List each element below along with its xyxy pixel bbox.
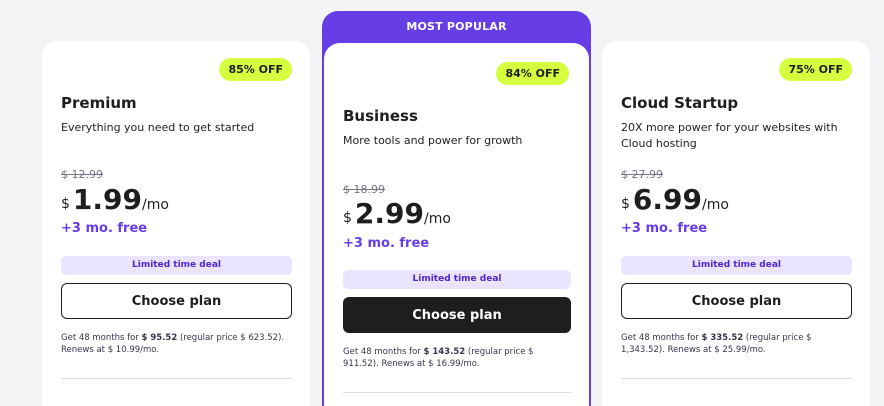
divider bbox=[621, 378, 852, 379]
terms-total: $ 95.52 bbox=[141, 333, 178, 343]
choose-plan-button-premium[interactable]: Choose plan bbox=[61, 283, 292, 319]
terms-prefix: Get 48 months for bbox=[61, 333, 142, 343]
plan-card-premium: 85% OFF Premium Everything you need to g… bbox=[42, 41, 310, 406]
limited-deal-label: Limited time deal bbox=[343, 270, 571, 289]
free-months: +3 mo. free bbox=[61, 221, 148, 236]
price-currency: $ bbox=[61, 196, 70, 212]
plan-description: More tools and power for growth bbox=[343, 134, 523, 147]
plan-name: Business bbox=[343, 107, 418, 125]
free-months: +3 mo. free bbox=[343, 236, 430, 251]
price-period: /mo bbox=[142, 197, 169, 213]
discount-badge: 84% OFF bbox=[496, 62, 569, 85]
terms-total: $ 143.52 bbox=[423, 347, 466, 357]
limited-deal-label: Limited time deal bbox=[621, 256, 852, 275]
price-amount: 6.99 bbox=[632, 183, 703, 216]
plan-name: Cloud Startup bbox=[621, 94, 739, 112]
choose-plan-button-business[interactable]: Choose plan bbox=[343, 297, 571, 333]
old-price: $ 27.99 bbox=[621, 168, 663, 181]
old-price: $ 12.99 bbox=[61, 168, 103, 181]
terms-prefix: Get 48 months for bbox=[621, 333, 702, 343]
plan-terms: Get 48 months for $ 143.52 (regular pric… bbox=[343, 346, 571, 370]
limited-deal-label: Limited time deal bbox=[61, 256, 292, 275]
plan-description: 20X more power for your websites with Cl… bbox=[621, 121, 838, 150]
price-currency: $ bbox=[621, 196, 630, 212]
choose-plan-button-cloud-startup[interactable]: Choose plan bbox=[621, 283, 852, 319]
plan-name: Premium bbox=[61, 94, 137, 112]
free-months: +3 mo. free bbox=[621, 221, 708, 236]
price: $ 6.99 /mo bbox=[621, 184, 852, 216]
price-amount: 2.99 bbox=[354, 197, 425, 230]
terms-prefix: Get 48 months for bbox=[343, 347, 424, 357]
price-amount: 1.99 bbox=[72, 183, 143, 216]
plan-card-business: 84% OFF Business More tools and power fo… bbox=[324, 43, 589, 406]
discount-badge: 85% OFF bbox=[219, 58, 292, 81]
old-price: $ 18.99 bbox=[343, 183, 385, 196]
price-period: /mo bbox=[424, 211, 451, 227]
plan-terms: Get 48 months for $ 335.52 (regular pric… bbox=[621, 332, 852, 356]
plan-description: Everything you need to get started bbox=[61, 121, 255, 134]
terms-total: $ 335.52 bbox=[701, 333, 744, 343]
price-currency: $ bbox=[343, 210, 352, 226]
price-period: /mo bbox=[702, 197, 729, 213]
most-popular-frame: MOST POPULAR 84% OFF Business More tools… bbox=[322, 11, 591, 406]
price: $ 1.99 /mo bbox=[61, 184, 292, 216]
divider bbox=[61, 378, 292, 379]
plan-terms: Get 48 months for $ 95.52 (regular price… bbox=[61, 332, 292, 356]
price: $ 2.99 /mo bbox=[343, 198, 571, 230]
pricing-section: 85% OFF Premium Everything you need to g… bbox=[0, 0, 884, 406]
plan-card-cloud-startup: 75% OFF Cloud Startup 20X more power for… bbox=[602, 41, 870, 406]
divider bbox=[343, 392, 571, 393]
discount-badge: 75% OFF bbox=[779, 58, 852, 81]
most-popular-ribbon: MOST POPULAR bbox=[406, 20, 507, 33]
